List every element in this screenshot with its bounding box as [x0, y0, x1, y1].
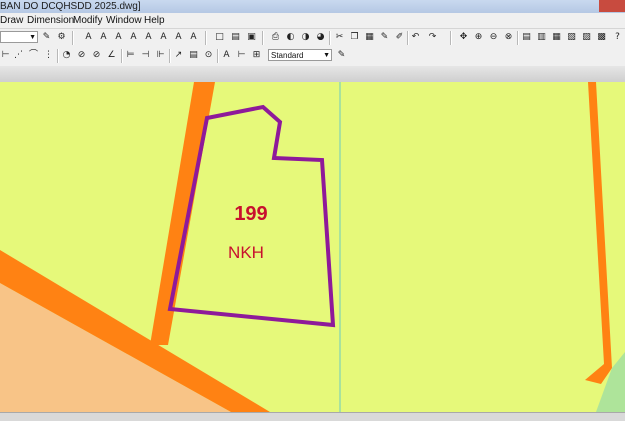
- text-find-icon[interactable]: A: [173, 32, 184, 43]
- dimension-style-icon[interactable]: ✎: [336, 50, 347, 61]
- layer-dropdown[interactable]: ▼: [0, 31, 38, 43]
- match-properties-icon[interactable]: ✎: [379, 32, 390, 43]
- paste-icon[interactable]: ▦: [364, 32, 375, 43]
- land-use-code-label: NKH: [228, 243, 264, 262]
- arc-length-icon[interactable]: ⌒: [28, 50, 39, 61]
- jogged-icon[interactable]: ⊘: [76, 50, 87, 61]
- quick-dimension-icon[interactable]: ⊨: [125, 50, 136, 61]
- text-icon[interactable]: A: [83, 32, 94, 43]
- pan-icon[interactable]: ✥: [458, 32, 469, 43]
- chevron-down-icon: ▼: [29, 34, 36, 41]
- dimension-style-dropdown[interactable]: Standard ▼: [268, 49, 332, 61]
- window-title: BAN DO DCQHSDD 2025.dwg]: [0, 1, 141, 12]
- dimension-style-value: Standard: [271, 51, 304, 60]
- new-file-icon[interactable]: □: [214, 32, 225, 43]
- parcel-number-label: 199: [234, 203, 267, 225]
- center-mark-icon[interactable]: ⊙: [203, 50, 214, 61]
- calculator-icon[interactable]: ▩: [596, 32, 607, 43]
- dimension-edit-icon[interactable]: A: [221, 50, 232, 61]
- design-center-icon[interactable]: ▥: [536, 32, 547, 43]
- close-button[interactable]: [599, 0, 625, 12]
- cut-icon[interactable]: ✂: [334, 32, 345, 43]
- help-icon[interactable]: ?: [612, 32, 623, 43]
- continue-icon[interactable]: ⊩: [155, 50, 166, 61]
- menu-modify[interactable]: Modify: [73, 13, 102, 28]
- drawing-tab-strip: [0, 66, 625, 83]
- properties-icon[interactable]: ▤: [521, 32, 532, 43]
- drawing-canvas[interactable]: 199 NKH: [0, 82, 625, 412]
- print-icon[interactable]: ⎙: [270, 32, 281, 43]
- dimension-text-edit-icon[interactable]: ⊢: [236, 50, 247, 61]
- save-icon[interactable]: ▣: [246, 32, 257, 43]
- menu-window[interactable]: Window: [106, 13, 142, 28]
- layer-state-icon[interactable]: ⚙: [56, 32, 67, 43]
- text-frame-icon[interactable]: A: [158, 32, 169, 43]
- zoom-window-icon[interactable]: ⊖: [488, 32, 499, 43]
- radius-icon[interactable]: ◔: [61, 50, 72, 61]
- aligned-dimension-icon[interactable]: ⋰: [13, 50, 24, 61]
- dimension-update-icon[interactable]: ⊞: [251, 50, 262, 61]
- dimension-toolbar: ⊢ ⋰ ⌒ ⋮ ◔ ⊘ ⊘ ∠ ⊨ ⊣ ⊩ ↗ ▤ ⊙ A ⊢ ⊞ Standa…: [0, 47, 625, 65]
- sheet-set-icon[interactable]: ▧: [566, 32, 577, 43]
- map-drawing: 199 NKH: [0, 82, 625, 412]
- menu-dimension[interactable]: Dimension: [27, 13, 74, 28]
- globe-icon[interactable]: ◕: [315, 32, 326, 43]
- text-edit-icon[interactable]: A: [113, 32, 124, 43]
- baseline-icon[interactable]: ⊣: [140, 50, 151, 61]
- title-bar: BAN DO DCQHSDD 2025.dwg]: [0, 0, 625, 14]
- tolerance-icon[interactable]: ▤: [188, 50, 199, 61]
- tool-palettes-icon[interactable]: ▦: [551, 32, 562, 43]
- multiline-text-icon[interactable]: A: [98, 32, 109, 43]
- chevron-down-icon: ▼: [323, 52, 330, 59]
- ordinate-icon[interactable]: ⋮: [43, 50, 54, 61]
- preview-icon[interactable]: ◐: [285, 32, 296, 43]
- linear-dimension-icon[interactable]: ⊢: [0, 50, 11, 61]
- menu-help[interactable]: Help: [144, 13, 165, 28]
- markup-icon[interactable]: ▨: [581, 32, 592, 43]
- standard-toolbar: ▼ ✎ ⚙ A A A A A A A A □ ▤ ▣ ⎙ ◐ ◑ ◕ ✂ ❐ …: [0, 29, 625, 48]
- zoom-realtime-icon[interactable]: ⊕: [473, 32, 484, 43]
- menu-bar: Draw Dimension Modify Window Help: [0, 13, 625, 29]
- open-file-icon[interactable]: ▤: [230, 32, 241, 43]
- text-justify-icon[interactable]: A: [143, 32, 154, 43]
- undo-icon[interactable]: ↶: [410, 32, 421, 43]
- angular-icon[interactable]: ∠: [106, 50, 117, 61]
- copy-icon[interactable]: ❐: [349, 32, 360, 43]
- zoom-previous-icon[interactable]: ⊗: [503, 32, 514, 43]
- layer-tool-icon[interactable]: ✎: [41, 32, 52, 43]
- text-style-icon[interactable]: A: [188, 32, 199, 43]
- leader-icon[interactable]: ↗: [173, 50, 184, 61]
- diameter-icon[interactable]: ⊘: [91, 50, 102, 61]
- publish-icon[interactable]: ◑: [300, 32, 311, 43]
- menu-draw[interactable]: Draw: [0, 13, 23, 28]
- block-editor-icon[interactable]: ✐: [394, 32, 405, 43]
- text-scale-icon[interactable]: A: [128, 32, 139, 43]
- redo-icon[interactable]: ↷: [427, 32, 438, 43]
